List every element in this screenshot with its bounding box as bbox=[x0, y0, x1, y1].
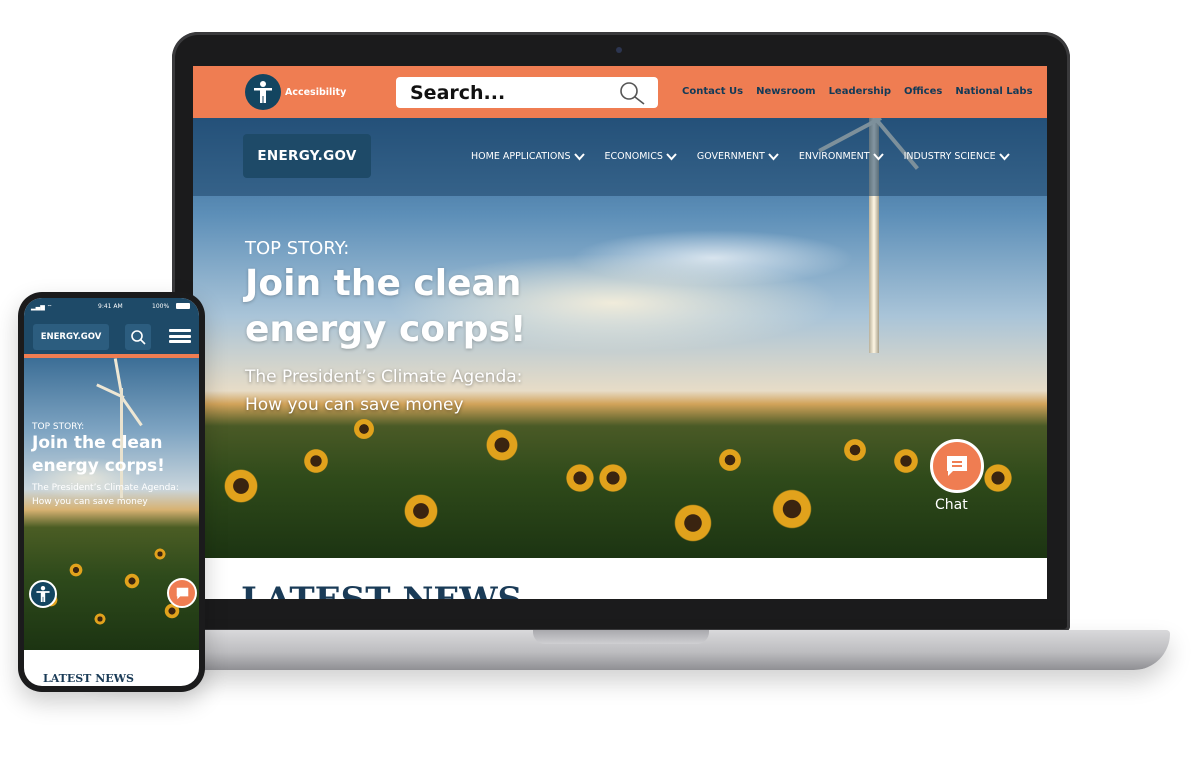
sunflower bbox=[303, 448, 329, 474]
hero-story: TOP STORY: Join the clean energy corps! … bbox=[245, 238, 545, 419]
battery-icon bbox=[176, 303, 190, 309]
status-battery: 100% bbox=[152, 303, 170, 310]
nav-item-label: ENVIRONMENT bbox=[798, 151, 870, 162]
newsroom-link[interactable]: Newsroom bbox=[756, 86, 815, 97]
nav-item-environment[interactable]: ENVIRONMENT bbox=[799, 151, 884, 162]
sunflower bbox=[598, 463, 628, 493]
chevron-down-icon bbox=[768, 152, 779, 160]
main-navigation: ENERGY.GOV HOME APPLICATIONS ECONOMICS G… bbox=[193, 118, 1047, 196]
national-labs-link[interactable]: National Labs bbox=[955, 86, 1032, 97]
latest-news-section: LATEST NEWS bbox=[193, 558, 1047, 599]
accessibility-link[interactable]: Accesibility bbox=[245, 74, 346, 110]
hero-headline[interactable]: Join the clean energy corps! bbox=[245, 261, 535, 353]
accessibility-icon bbox=[245, 74, 281, 110]
chevron-down-icon bbox=[872, 152, 884, 160]
sunflower bbox=[353, 418, 375, 440]
utility-bar: Accesibility Search... Contact Us Newsro… bbox=[193, 66, 1047, 118]
mobile-screen: ▂▄▆ ⌔ 9:41 AM 100% ENERGY.GOV TOP STORY:… bbox=[24, 298, 199, 686]
mobile-header: ENERGY.GOV bbox=[24, 316, 199, 358]
sunflower bbox=[673, 503, 713, 543]
sunflower bbox=[771, 488, 813, 530]
search-icon bbox=[131, 330, 146, 345]
nav-item-industry-science[interactable]: INDUSTRY SCIENCE bbox=[904, 151, 1010, 162]
mobile-search-button[interactable] bbox=[125, 324, 151, 350]
laptop-camera bbox=[616, 47, 622, 53]
leadership-link[interactable]: Leadership bbox=[829, 86, 891, 97]
chat-button[interactable] bbox=[167, 578, 197, 608]
accessibility-button[interactable] bbox=[29, 580, 57, 608]
chat-icon bbox=[176, 587, 188, 599]
mobile-hero-story: TOP STORY: Join the clean energy corps! … bbox=[32, 422, 192, 509]
offices-link[interactable]: Offices bbox=[904, 86, 942, 97]
chat-icon bbox=[947, 456, 967, 476]
search-input[interactable]: Search... bbox=[396, 77, 658, 108]
utility-links: Contact Us Newsroom Leadership Offices N… bbox=[682, 86, 1033, 97]
chevron-down-icon bbox=[573, 152, 585, 160]
sunflower bbox=[485, 428, 519, 462]
search-icon[interactable] bbox=[618, 80, 646, 106]
hero-eyebrow: TOP STORY: bbox=[245, 238, 350, 259]
hero-eyebrow: TOP STORY: bbox=[32, 422, 85, 432]
menu-icon[interactable] bbox=[169, 326, 191, 346]
chat-label: Chat bbox=[935, 497, 968, 513]
contact-us-link[interactable]: Contact Us bbox=[682, 86, 743, 97]
latest-news-heading: LATEST NEWS bbox=[241, 580, 522, 599]
sunflower bbox=[94, 613, 106, 625]
nav-item-label: GOVERNMENT bbox=[696, 151, 765, 162]
sunflower bbox=[893, 448, 919, 474]
nav-item-economics[interactable]: ECONOMICS bbox=[605, 151, 677, 162]
nav-item-label: HOME APPLICATIONS bbox=[471, 151, 571, 162]
sunflower bbox=[124, 573, 140, 589]
nav-item-home-applications[interactable]: HOME APPLICATIONS bbox=[471, 151, 585, 162]
desktop-screen: Accesibility Search... Contact Us Newsro… bbox=[193, 66, 1047, 599]
sunflower bbox=[154, 548, 166, 560]
sunflower bbox=[718, 448, 742, 472]
sunflower bbox=[565, 463, 595, 493]
chat-button[interactable] bbox=[930, 439, 984, 493]
nav-item-label: INDUSTRY SCIENCE bbox=[903, 151, 996, 162]
chevron-down-icon bbox=[998, 152, 1010, 160]
hero-subtitle[interactable]: The President’s Climate Agenda: How you … bbox=[32, 481, 192, 509]
energy-gov-logo[interactable]: ENERGY.GOV bbox=[243, 134, 371, 178]
laptop-notch bbox=[533, 630, 709, 644]
sunflower bbox=[843, 438, 867, 462]
chevron-down-icon bbox=[666, 152, 677, 160]
signal-icon: ▂▄▆ ⌔ bbox=[31, 304, 53, 311]
sunflower bbox=[983, 463, 1013, 493]
sunflower bbox=[69, 563, 83, 577]
hero-subtitle[interactable]: The President’s Climate Agenda: How you … bbox=[245, 363, 545, 419]
sunflower bbox=[223, 468, 259, 504]
nav-menu: HOME APPLICATIONS ECONOMICS GOVERNMENT E… bbox=[471, 151, 1010, 162]
nav-item-label: ECONOMICS bbox=[604, 151, 663, 162]
accessibility-label: Accesibility bbox=[285, 86, 347, 98]
accessibility-icon bbox=[36, 586, 50, 602]
nav-item-government[interactable]: GOVERNMENT bbox=[697, 151, 779, 162]
search-placeholder: Search... bbox=[410, 81, 506, 104]
energy-gov-logo[interactable]: ENERGY.GOV bbox=[33, 324, 109, 350]
hero-headline[interactable]: Join the clean energy corps! bbox=[32, 432, 192, 478]
status-time: 9:41 AM bbox=[98, 303, 123, 310]
latest-news-heading: LATEST NEWS bbox=[43, 672, 134, 685]
status-bar: ▂▄▆ ⌔ 9:41 AM 100% bbox=[24, 298, 199, 316]
sunflower bbox=[403, 493, 439, 529]
